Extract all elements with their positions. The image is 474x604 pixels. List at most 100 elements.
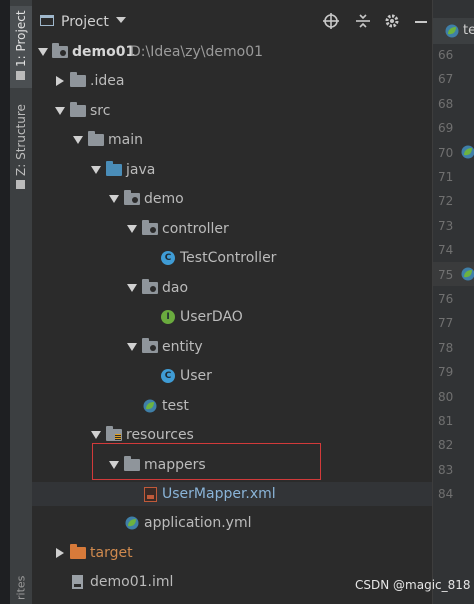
resources-folder-icon <box>106 426 122 441</box>
tree-label: main <box>108 132 143 148</box>
tree-row-entity[interactable]: entity <box>32 335 432 359</box>
expand-arrow-icon[interactable] <box>127 284 137 292</box>
interface-icon: I <box>161 310 175 324</box>
editor-tab[interactable]: te <box>433 18 474 44</box>
spring-bean-gutter-icon[interactable] <box>461 145 474 159</box>
structure-tool-tab[interactable]: Z: Structure <box>10 104 32 194</box>
watermark: CSDN @magic_818 <box>355 578 471 592</box>
tree-label: .idea <box>90 73 125 89</box>
panel-title[interactable]: Project <box>61 14 109 30</box>
iml-file-icon <box>72 575 83 589</box>
tree-row-test[interactable]: test <box>32 394 432 418</box>
tree-row-userdao[interactable]: I UserDAO <box>32 305 432 329</box>
line-number: 72 <box>438 194 454 209</box>
line-number: 84 <box>438 487 454 502</box>
project-tab-icon <box>16 70 26 80</box>
expand-arrow-icon[interactable] <box>38 48 48 56</box>
package-icon <box>124 190 140 205</box>
crosshair-icon[interactable] <box>322 12 340 30</box>
tree-row-controller[interactable]: controller <box>32 217 432 241</box>
tree-row-main[interactable]: main <box>32 128 432 152</box>
line-number: 83 <box>438 462 454 477</box>
tree-row-application-yml[interactable]: application.yml <box>32 511 432 535</box>
project-view-icon <box>40 15 54 26</box>
expand-arrow-icon[interactable] <box>73 136 83 144</box>
line-number: 67 <box>438 72 454 87</box>
module-folder-icon <box>52 43 68 58</box>
tree-label: controller <box>162 221 229 237</box>
structure-tab-icon <box>16 180 26 190</box>
tree-row-idea[interactable]: .idea <box>32 69 432 93</box>
expand-arrow-icon[interactable] <box>127 343 137 351</box>
expand-arrow-icon[interactable] <box>127 225 137 233</box>
tree-label: UserMapper.xml <box>162 486 276 502</box>
favorites-tab-label: rites <box>14 575 28 601</box>
tree-row-user[interactable]: C User <box>32 364 432 388</box>
line-number: 80 <box>438 389 454 404</box>
tree-label: java <box>126 162 156 178</box>
folder-icon <box>70 102 86 117</box>
tool-window-strip: 1: Project Z: Structure rites <box>10 0 33 604</box>
line-number: 75 <box>438 267 454 282</box>
expand-arrow-icon[interactable] <box>91 166 101 174</box>
gear-icon[interactable] <box>383 12 401 30</box>
editor-gutter: te 66 67 68 69 70 71 72 73 74 75 76 77 78 79 80 81 82 83 8… <box>432 0 474 604</box>
project-tab-label: 1: Project <box>14 10 28 67</box>
tree-label: dao <box>162 280 189 296</box>
package-icon <box>142 279 158 294</box>
expand-arrow-icon[interactable] <box>109 195 119 203</box>
tree-label: entity <box>162 339 203 355</box>
class-icon: C <box>161 251 175 265</box>
spring-bean-gutter-icon[interactable] <box>461 267 474 281</box>
structure-tab-label: Z: Structure <box>14 104 28 177</box>
collapse-icon[interactable] <box>354 12 372 30</box>
line-number: 79 <box>438 365 454 380</box>
expand-arrow-icon[interactable] <box>55 107 65 115</box>
tree-row-demo[interactable]: demo <box>32 187 432 211</box>
editor-tab-label: te <box>463 23 474 38</box>
favorites-tool-tab[interactable]: rites <box>10 572 32 604</box>
line-number: 71 <box>438 170 454 184</box>
tree-row-src[interactable]: src <box>32 99 432 123</box>
line-number: 76 <box>438 292 454 306</box>
package-icon <box>142 338 158 353</box>
package-icon <box>142 220 158 235</box>
highlight-box <box>92 443 321 480</box>
module-path: D:\Idea\zy\demo01 <box>130 44 264 60</box>
line-number: 81 <box>438 414 454 428</box>
tree-label: target <box>90 545 133 561</box>
excluded-folder-icon <box>70 544 86 559</box>
spring-yml-icon <box>125 516 139 530</box>
xml-file-icon <box>144 487 157 502</box>
tree-row-demo01[interactable]: demo01 D:\Idea\zy\demo01 <box>32 40 432 64</box>
spring-test-icon <box>143 399 157 413</box>
tree-label: src <box>90 103 111 119</box>
line-number: 77 <box>438 316 454 331</box>
collapse-arrow-icon[interactable] <box>56 76 64 86</box>
expand-arrow-icon[interactable] <box>91 431 101 439</box>
window-edge <box>0 0 10 604</box>
tree-row-usermapper-xml[interactable]: UserMapper.xml <box>32 482 432 506</box>
line-number: 74 <box>438 243 454 258</box>
line-number: 73 <box>438 218 454 233</box>
view-dropdown-caret-icon[interactable] <box>116 17 126 23</box>
minimize-icon[interactable] <box>412 12 430 30</box>
tree-label: User <box>180 368 212 384</box>
panel-header: Project <box>32 0 432 44</box>
collapse-arrow-icon[interactable] <box>56 548 64 558</box>
tree-label: demo <box>144 191 184 207</box>
line-number: 69 <box>438 121 454 136</box>
tree-row-java[interactable]: java <box>32 158 432 182</box>
line-number: 70 <box>438 145 454 160</box>
line-number: 82 <box>438 438 454 453</box>
tree-row-dao[interactable]: dao <box>32 276 432 300</box>
tree-row-target[interactable]: target <box>32 541 432 565</box>
project-tool-tab[interactable]: 1: Project <box>10 6 32 88</box>
tree-label: UserDAO <box>180 309 243 325</box>
line-number: 68 <box>438 96 454 111</box>
tree-label: TestController <box>180 250 277 266</box>
class-icon: C <box>161 369 175 383</box>
folder-icon <box>70 72 86 87</box>
spring-file-icon <box>445 24 459 38</box>
tree-row-testcontroller[interactable]: C TestController <box>32 246 432 270</box>
